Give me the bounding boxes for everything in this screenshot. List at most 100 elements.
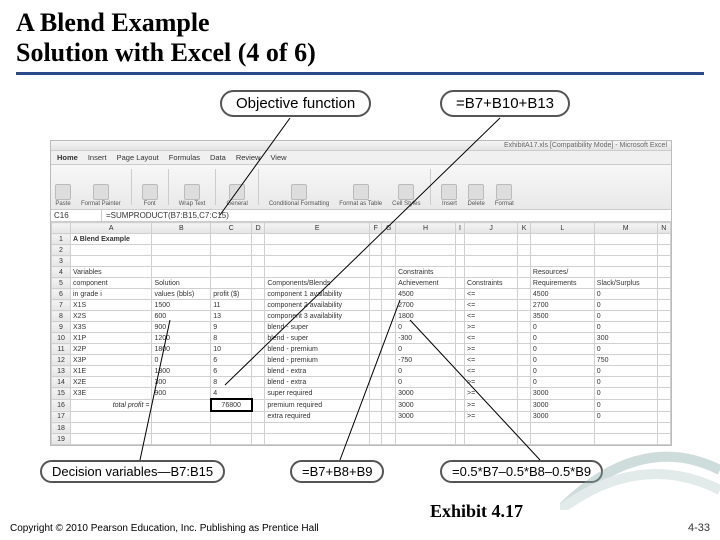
cell[interactable]: [530, 245, 594, 256]
cell[interactable]: [455, 289, 464, 300]
cell[interactable]: 600: [152, 311, 211, 322]
cell[interactable]: Achievement: [396, 278, 456, 289]
cell[interactable]: [370, 311, 382, 322]
cell[interactable]: [252, 256, 265, 267]
cell[interactable]: <=: [465, 289, 518, 300]
cell[interactable]: [455, 333, 464, 344]
col-header[interactable]: N: [657, 223, 670, 234]
cell[interactable]: component 2 availability: [265, 300, 370, 311]
tab-formulas[interactable]: Formulas: [169, 153, 200, 162]
cell[interactable]: 1500: [152, 300, 211, 311]
cell[interactable]: X3P: [71, 355, 152, 366]
cell[interactable]: -750: [396, 355, 456, 366]
col-header[interactable]: D: [252, 223, 265, 234]
cell[interactable]: [382, 245, 396, 256]
ribbon-wrap[interactable]: Wrap Text: [179, 184, 206, 207]
cell[interactable]: extra required: [265, 411, 370, 423]
ribbon-format-painter[interactable]: Format Painter: [81, 184, 121, 207]
col-header[interactable]: F: [370, 223, 382, 234]
cell[interactable]: 0: [594, 322, 657, 333]
table-row[interactable]: 5componentSolutionComponents/BlendsAchie…: [52, 278, 671, 289]
col-header[interactable]: I: [455, 223, 464, 234]
cell[interactable]: [657, 300, 670, 311]
ribbon-paste[interactable]: Paste: [55, 184, 71, 207]
cell[interactable]: [657, 388, 670, 400]
table-row[interactable]: 14X2E3008blend - extra0>=00: [52, 377, 671, 388]
cell[interactable]: 0: [530, 355, 594, 366]
cell[interactable]: [657, 267, 670, 278]
cell[interactable]: [465, 434, 518, 445]
cell[interactable]: [252, 344, 265, 355]
cell[interactable]: [370, 300, 382, 311]
cell[interactable]: X2P: [71, 344, 152, 355]
cell[interactable]: [657, 434, 670, 445]
cell[interactable]: [252, 399, 265, 411]
cell[interactable]: 1800: [152, 344, 211, 355]
cell[interactable]: 3000: [530, 399, 594, 411]
table-row[interactable]: 19: [52, 434, 671, 445]
col-header[interactable]: [52, 223, 71, 234]
cell[interactable]: [382, 311, 396, 322]
table-row[interactable]: 13X1E18006blend - extra0<=00: [52, 366, 671, 377]
cell[interactable]: [265, 434, 370, 445]
col-header[interactable]: K: [518, 223, 531, 234]
cell[interactable]: [455, 267, 464, 278]
cell[interactable]: [518, 411, 531, 423]
cell[interactable]: blend - premium: [265, 344, 370, 355]
cell[interactable]: [71, 256, 152, 267]
cell[interactable]: Components/Blends: [265, 278, 370, 289]
cell[interactable]: 0: [530, 333, 594, 344]
cell[interactable]: [455, 366, 464, 377]
cell[interactable]: [518, 289, 531, 300]
cell[interactable]: <=: [465, 311, 518, 322]
cell[interactable]: X1E: [71, 366, 152, 377]
cell[interactable]: X2E: [71, 377, 152, 388]
cell[interactable]: [252, 311, 265, 322]
cell[interactable]: 0: [594, 399, 657, 411]
col-header[interactable]: A: [71, 223, 152, 234]
cell[interactable]: [518, 234, 531, 245]
cell[interactable]: [152, 399, 211, 411]
ribbon-cond-fmt[interactable]: Conditional Formatting: [269, 184, 329, 207]
cell[interactable]: X2S: [71, 311, 152, 322]
cell[interactable]: [370, 267, 382, 278]
cell[interactable]: Solution: [152, 278, 211, 289]
cell[interactable]: [518, 355, 531, 366]
cell[interactable]: [370, 344, 382, 355]
ribbon-delete[interactable]: Delete: [467, 184, 484, 207]
cell[interactable]: X3S: [71, 322, 152, 333]
tab-home[interactable]: Home: [57, 153, 78, 162]
cell[interactable]: Resources/: [530, 267, 594, 278]
table-row[interactable]: 1A Blend Example: [52, 234, 671, 245]
cell[interactable]: [211, 234, 252, 245]
cell[interactable]: [152, 256, 211, 267]
cell[interactable]: [382, 333, 396, 344]
col-header[interactable]: J: [465, 223, 518, 234]
cell[interactable]: [530, 256, 594, 267]
row-header[interactable]: 13: [52, 366, 71, 377]
cell[interactable]: <=: [465, 300, 518, 311]
cell[interactable]: [657, 399, 670, 411]
cell[interactable]: Requirements: [530, 278, 594, 289]
cell[interactable]: [382, 434, 396, 445]
row-header[interactable]: 1: [52, 234, 71, 245]
cell[interactable]: [518, 300, 531, 311]
cell[interactable]: Variables: [71, 267, 152, 278]
cell[interactable]: 1200: [152, 333, 211, 344]
cell[interactable]: 0: [594, 344, 657, 355]
cell[interactable]: [594, 267, 657, 278]
ribbon-fmt-table[interactable]: Format as Table: [339, 184, 382, 207]
ribbon-insert[interactable]: Insert: [441, 184, 457, 207]
cell[interactable]: 1800: [396, 311, 456, 322]
cell[interactable]: [657, 377, 670, 388]
cell[interactable]: [657, 411, 670, 423]
cell[interactable]: component 3 availability: [265, 311, 370, 322]
cell[interactable]: [152, 411, 211, 423]
cell[interactable]: [594, 234, 657, 245]
table-row[interactable]: 15X3E9004super required3000>=30000: [52, 388, 671, 400]
row-header[interactable]: 16: [52, 399, 71, 411]
table-row[interactable]: 7X1S150011component 2 availability2700<=…: [52, 300, 671, 311]
tab-insert[interactable]: Insert: [88, 153, 107, 162]
row-header[interactable]: 14: [52, 377, 71, 388]
cell[interactable]: 6: [211, 355, 252, 366]
